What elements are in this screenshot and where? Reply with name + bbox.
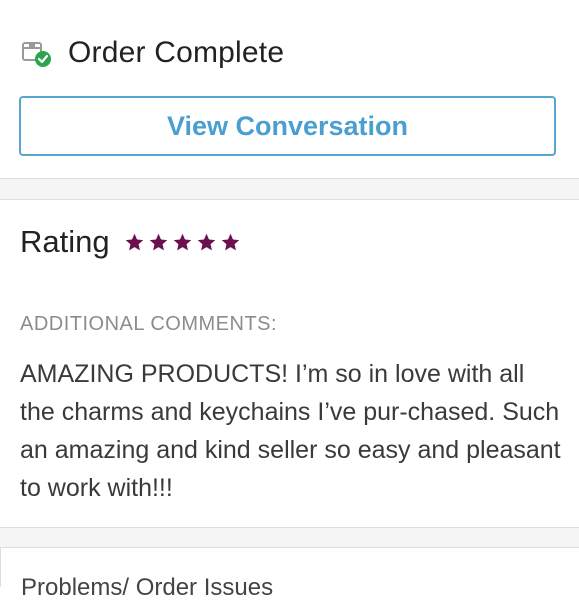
rating-section: Rating xyxy=(20,220,241,264)
star-icon xyxy=(149,233,167,250)
additional-comments-text: AMAZING PRODUCTS! I’m so in love with al… xyxy=(20,360,561,502)
problems-card-label: Problems/ Order Issues xyxy=(21,574,274,601)
star-icon xyxy=(221,233,239,250)
section-divider xyxy=(0,178,579,200)
view-conversation-button[interactable]: View Conversation xyxy=(19,96,556,156)
star-icon xyxy=(173,233,191,250)
rating-label: Rating xyxy=(20,224,110,259)
problems-card[interactable]: Problems/ Order Issues xyxy=(0,547,579,601)
star-icon xyxy=(125,233,143,250)
star-icon xyxy=(197,233,215,250)
order-status-title: Order Complete xyxy=(68,36,285,69)
section-divider xyxy=(0,527,579,547)
star-rating xyxy=(124,232,241,253)
order-status-header: Order Complete xyxy=(20,30,284,76)
additional-comments-label: ADDITIONAL COMMENTS: xyxy=(20,313,278,335)
package-check-icon xyxy=(20,36,54,70)
